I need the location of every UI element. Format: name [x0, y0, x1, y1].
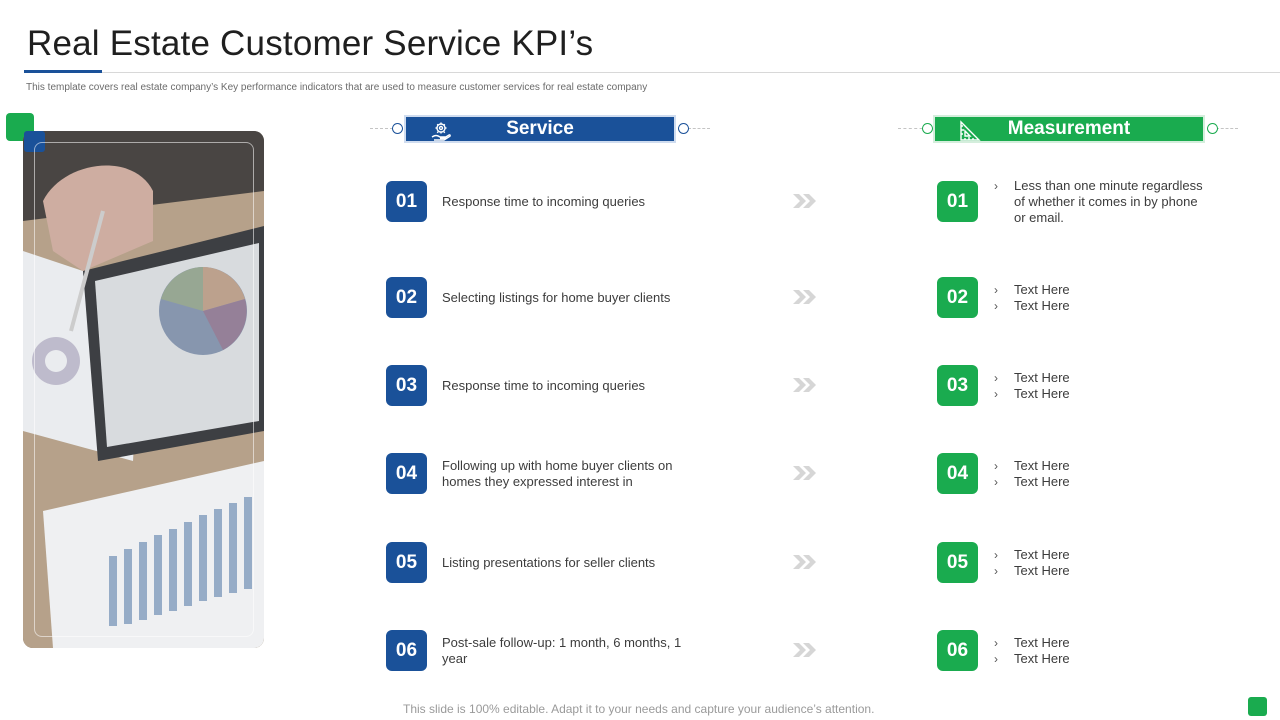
measure-bullet-text: Text Here	[1014, 370, 1070, 385]
measure-bullet: › Text Here	[994, 563, 1204, 579]
service-text: Listing presentations for seller clients	[442, 555, 656, 570]
measure-header-dot-left	[922, 123, 933, 134]
measure-bullets: › Text Here › Text Here	[994, 635, 1204, 667]
measure-header-line-right	[1216, 128, 1238, 129]
measure-bullets: › Text Here › Text Here	[994, 547, 1204, 579]
service-header: Service	[404, 115, 676, 143]
measure-bullet-text: Text Here	[1014, 635, 1070, 650]
bullet-chevron: ›	[994, 387, 998, 401]
measure-number-badge: 02	[937, 277, 978, 318]
footer-note: This slide is 100% editable. Adapt it to…	[403, 702, 875, 716]
bullet-chevron: ›	[994, 652, 998, 666]
measure-bullet-text: Text Here	[1014, 282, 1070, 297]
measure-bullet: › Text Here	[994, 547, 1204, 563]
measure-bullets: › Text Here › Text Here	[994, 370, 1204, 402]
office-photo	[23, 131, 264, 648]
measure-bullet: › Text Here	[994, 635, 1204, 651]
slide-title: Real Estate Customer Service KPI’s	[27, 24, 594, 63]
title-rule	[24, 72, 1280, 73]
bullet-chevron: ›	[994, 475, 998, 489]
service-header-label: Service	[506, 118, 574, 139]
ruler-triangle-icon	[959, 120, 981, 142]
measure-bullet: › Text Here	[994, 651, 1204, 667]
measure-bullets: › Text Here › Text Here	[994, 458, 1204, 490]
service-text: Response time to incoming queries	[442, 378, 646, 393]
measure-number-badge: 06	[937, 630, 978, 671]
service-header-dot-right	[678, 123, 689, 134]
service-number-badge: 03	[386, 365, 427, 406]
measure-bullets: › Less than one minute regardless of whet…	[994, 178, 1204, 226]
service-text: Post-sale follow-up: 1 month, 6 months, …	[442, 635, 682, 666]
corner-accent-bottom-right	[1248, 697, 1267, 716]
bullet-chevron: ›	[994, 564, 998, 578]
service-number-badge: 06	[386, 630, 427, 671]
service-number-badge: 01	[386, 181, 427, 222]
bullet-chevron: ›	[994, 283, 998, 297]
service-number-badge: 02	[386, 277, 427, 318]
measure-bullet-text: Text Here	[1014, 651, 1070, 666]
measure-bullet-text: Text Here	[1014, 298, 1070, 313]
bullet-chevron: ›	[994, 459, 998, 473]
service-number-badge: 04	[386, 453, 427, 494]
service-text: Following up with home buyer clients on …	[442, 458, 673, 489]
measurement-header: Measurement	[933, 115, 1205, 143]
measure-number-badge: 04	[937, 453, 978, 494]
double-chevron-icon	[793, 194, 816, 208]
measure-bullet-text: Text Here	[1014, 547, 1070, 562]
bullet-chevron: ›	[994, 299, 998, 313]
measure-bullet-text: Text Here	[1014, 474, 1070, 489]
bullet-chevron: ›	[994, 179, 998, 193]
bullet-chevron: ›	[994, 371, 998, 385]
measure-header-dot-right	[1207, 123, 1218, 134]
slide-subtitle: This template covers real estate company…	[26, 82, 648, 93]
measurement-header-label: Measurement	[1007, 118, 1131, 139]
measure-number-badge: 05	[937, 542, 978, 583]
corner-accent-blue	[24, 131, 45, 152]
measure-bullet: › Text Here	[994, 370, 1204, 386]
measure-bullet-text: Less than one minute regardless of wheth…	[1014, 178, 1203, 225]
measure-number-badge: 01	[937, 181, 978, 222]
double-chevron-icon	[793, 378, 816, 392]
bullet-chevron: ›	[994, 636, 998, 650]
measure-bullets: › Text Here › Text Here	[994, 282, 1204, 314]
measure-bullet-text: Text Here	[1014, 458, 1070, 473]
measure-bullet: › Text Here	[994, 298, 1204, 314]
gear-hand-icon	[430, 120, 452, 142]
double-chevron-icon	[793, 643, 816, 657]
double-chevron-icon	[793, 466, 816, 480]
double-chevron-icon	[793, 290, 816, 304]
title-accent-bar	[24, 70, 102, 73]
measure-bullet: › Less than one minute regardless of whet…	[994, 178, 1204, 226]
measure-bullet: › Text Here	[994, 386, 1204, 402]
measure-number-badge: 03	[937, 365, 978, 406]
service-text: Selecting listings for home buyer client…	[442, 290, 671, 305]
measure-bullet-text: Text Here	[1014, 563, 1070, 578]
service-number-badge: 05	[386, 542, 427, 583]
measure-bullet: › Text Here	[994, 474, 1204, 490]
service-header-dot-left	[392, 123, 403, 134]
service-header-line-right	[688, 128, 710, 129]
double-chevron-icon	[793, 555, 816, 569]
bullet-chevron: ›	[994, 548, 998, 562]
measure-bullet-text: Text Here	[1014, 386, 1070, 401]
measure-bullet: › Text Here	[994, 282, 1204, 298]
measure-bullet: › Text Here	[994, 458, 1204, 474]
service-text: Response time to incoming queries	[442, 194, 646, 209]
